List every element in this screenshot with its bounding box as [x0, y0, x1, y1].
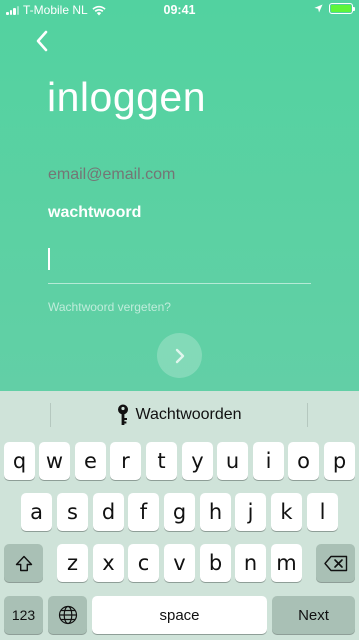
- password-label: wachtwoord: [48, 204, 142, 221]
- key-n[interactable]: n: [235, 544, 266, 582]
- key-p[interactable]: p: [324, 442, 355, 480]
- chevron-right-icon: [175, 348, 184, 363]
- suggestion-label: Wachtwoorden: [135, 406, 242, 423]
- numbers-key[interactable]: 123: [4, 596, 43, 634]
- key-x[interactable]: x: [93, 544, 124, 582]
- key-v[interactable]: v: [164, 544, 195, 582]
- key-z[interactable]: z: [57, 544, 88, 582]
- key-s[interactable]: s: [57, 493, 88, 531]
- page-title: inloggen: [47, 74, 207, 120]
- submit-button[interactable]: [157, 333, 202, 378]
- location-arrow-icon: [314, 4, 323, 13]
- key-r[interactable]: r: [110, 442, 141, 480]
- key-m[interactable]: m: [271, 544, 302, 582]
- space-key[interactable]: space: [92, 596, 267, 634]
- key-a[interactable]: a: [21, 493, 52, 531]
- key-l[interactable]: l: [307, 493, 338, 531]
- suggestion-bar: Wachtwoorden: [0, 391, 359, 437]
- key-icon: [118, 404, 129, 425]
- key-w[interactable]: w: [39, 442, 70, 480]
- key-h[interactable]: h: [200, 493, 231, 531]
- key-j[interactable]: j: [235, 493, 266, 531]
- backspace-key[interactable]: [316, 544, 355, 582]
- key-u[interactable]: u: [217, 442, 248, 480]
- status-bar: T-Mobile NL 09:41: [0, 0, 359, 20]
- status-right: [314, 3, 355, 14]
- battery-icon: [329, 3, 355, 14]
- email-field[interactable]: [48, 163, 310, 187]
- key-f[interactable]: f: [128, 493, 159, 531]
- password-suggestion[interactable]: Wachtwoorden: [0, 404, 359, 426]
- globe-key[interactable]: [48, 596, 87, 634]
- status-time: 09:41: [163, 3, 196, 17]
- key-q[interactable]: q: [4, 442, 35, 480]
- key-t[interactable]: t: [146, 442, 177, 480]
- key-y[interactable]: y: [182, 442, 213, 480]
- forgot-password-link[interactable]: Wachtwoord vergeten?: [48, 300, 171, 314]
- globe-icon: [58, 605, 77, 625]
- key-b[interactable]: b: [200, 544, 231, 582]
- key-o[interactable]: o: [288, 442, 319, 480]
- password-field[interactable]: [48, 242, 311, 284]
- keyboard: Wachtwoorden q w e r t y u i o p a s d f…: [0, 391, 359, 640]
- login-screen: T-Mobile NL 09:41 inloggen wachtwoord Wa…: [0, 0, 359, 391]
- key-g[interactable]: g: [164, 493, 195, 531]
- text-caret: [48, 248, 50, 270]
- key-c[interactable]: c: [128, 544, 159, 582]
- shift-icon: [15, 555, 32, 571]
- backspace-icon: [323, 555, 347, 571]
- next-key[interactable]: Next: [272, 596, 355, 634]
- key-k[interactable]: k: [271, 493, 302, 531]
- key-i[interactable]: i: [253, 442, 284, 480]
- shift-key[interactable]: [4, 544, 43, 582]
- key-e[interactable]: e: [75, 442, 106, 480]
- key-d[interactable]: d: [93, 493, 124, 531]
- back-chevron-icon[interactable]: [32, 28, 54, 54]
